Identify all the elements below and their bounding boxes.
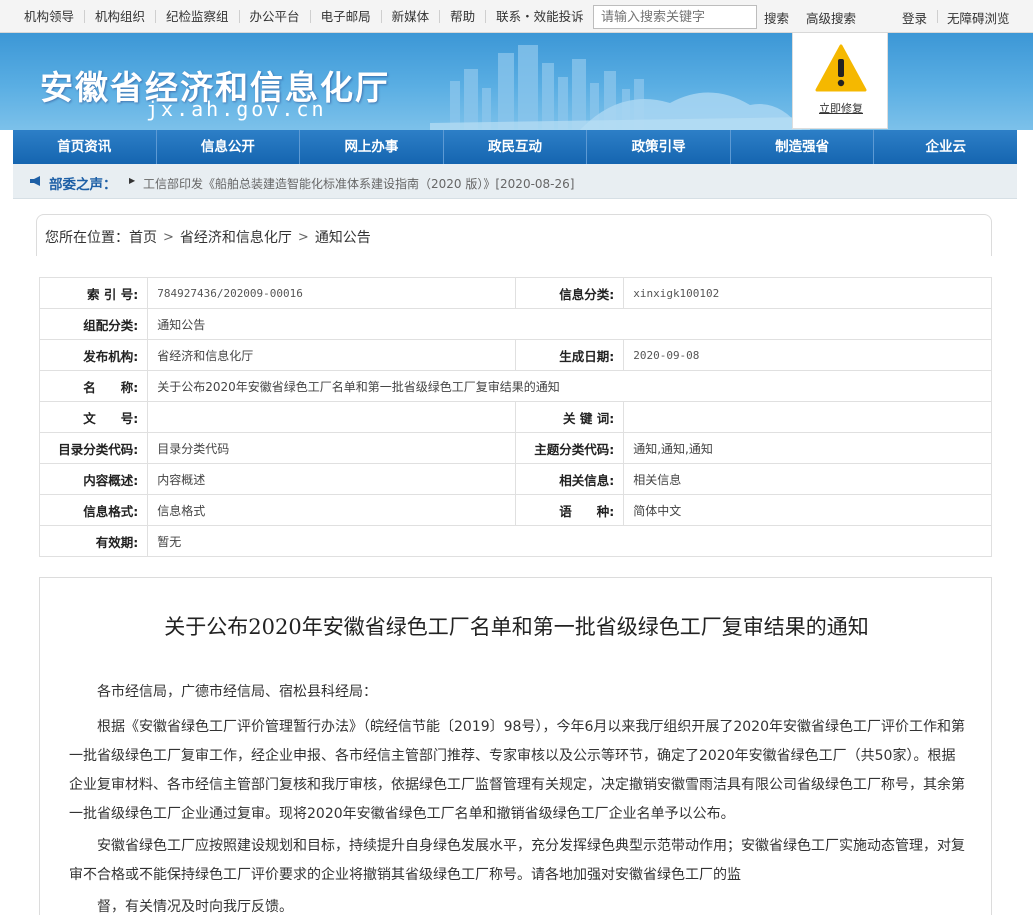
nav-item-enterprise-cloud[interactable]: 企业云 (873, 130, 1017, 164)
table-row: 名 称: 关于公布2020年安徽省绿色工厂名单和第一批省级绿色工厂复审结果的通知 (38, 370, 992, 402)
nav-item-online-services[interactable]: 网上办事 (299, 130, 443, 164)
article-paragraph: 安徽省绿色工厂应按照建设规划和目标，持续提升自身绿色发展水平，充分发挥绿色典型示… (69, 838, 965, 883)
security-warning-box: 立即修复 (792, 33, 888, 129)
group-category-value: 通知公告 (147, 308, 992, 340)
nav-item-interaction[interactable]: 政民互动 (442, 130, 587, 164)
table-row: 发布机构: 省经济和信息化厅 生成日期: 2020-09-08 (38, 339, 992, 371)
summary-value: 内容概述 (147, 463, 516, 495)
breadcrumb-home[interactable]: 首页 (129, 227, 157, 247)
top-link-new-media[interactable]: 新媒体 (380, 10, 440, 23)
breadcrumb: 您所在位置： 首页 > 省经济和信息化厅 > 通知公告 (45, 227, 371, 247)
validity-label: 有效期: (38, 525, 149, 557)
title-value: 关于公布2020年安徽省绿色工厂名单和第一批省级绿色工厂复审结果的通知 (147, 370, 992, 402)
advanced-search-link[interactable]: 高级搜索 (806, 8, 856, 27)
catalog-code-label: 目录分类代码: (38, 432, 149, 464)
language-label: 语 种: (514, 494, 625, 526)
title-label: 名 称: (38, 370, 149, 402)
search-button[interactable]: 搜索 (764, 8, 789, 27)
article-paragraph: 督，有关情况及时向我厅反馈。 (97, 899, 293, 915)
city-skyline-image (430, 45, 810, 130)
document-number-label: 文 号: (38, 401, 149, 433)
warning-icon (815, 44, 867, 92)
keywords-value (623, 401, 992, 433)
login-link[interactable]: 登录 (902, 8, 927, 27)
summary-label: 内容概述: (38, 463, 149, 495)
publisher-label: 发布机构: (38, 339, 149, 371)
accessibility-link[interactable]: 无障碍浏览 (947, 8, 1010, 27)
nav-item-home-news[interactable]: 首页资讯 (13, 130, 156, 164)
top-link-contact[interactable]: 联系・效能投诉 (485, 10, 594, 23)
ministry-news-link[interactable]: 工信部印发《船舶总装建造智能化标准体系建设指南（2020 版）》[2020-08… (143, 175, 574, 192)
validity-value: 暂无 (147, 525, 992, 557)
catalog-code-value: 目录分类代码 (147, 432, 516, 464)
nav-item-manufacturing[interactable]: 制造强省 (729, 130, 874, 164)
table-row: 内容概述: 内容概述 相关信息: 相关信息 (38, 463, 992, 495)
article-salutation: 各市经信局，广德市经信局、宿松县科经局： (97, 684, 377, 700)
search-input[interactable] (593, 5, 757, 29)
chevron-right-icon: > (297, 229, 309, 245)
article-paragraph: 根据《安徽省绿色工厂评价管理暂行办法》（皖经信节能〔2019〕98号），今年6月… (69, 719, 965, 822)
breadcrumb-notices[interactable]: 通知公告 (315, 227, 371, 247)
top-utility-bar: 机构领导 机构组织 纪检监察组 办公平台 电子邮局 新媒体 帮助 联系・效能投诉… (0, 0, 1033, 33)
top-link-discipline[interactable]: 纪检监察组 (155, 10, 239, 23)
group-category-label: 组配分类: (38, 308, 149, 340)
table-row: 目录分类代码: 目录分类代码 主题分类代码: 通知,通知,通知 (38, 432, 992, 464)
separator (937, 10, 938, 23)
table-row: 信息格式: 信息格式 语 种: 简体中文 (38, 494, 992, 526)
article-title: 关于公布2020年安徽省绿色工厂名单和第一批省级绿色工厂复审结果的通知 (164, 615, 869, 639)
fix-now-link[interactable]: 立即修复 (793, 100, 889, 116)
ministry-news-strip: 部委之声： ▶ 工信部印发《船舶总装建造智能化标准体系建设指南（2020 版）》… (13, 164, 1017, 199)
top-links: 机构领导 机构组织 纪检监察组 办公平台 电子邮局 新媒体 帮助 联系・效能投诉 (14, 0, 594, 33)
table-row: 组配分类: 通知公告 (38, 308, 992, 340)
article-panel: 关于公布2020年安徽省绿色工厂名单和第一批省级绿色工厂复审结果的通知 各市经信… (39, 577, 992, 915)
arrow-right-icon: ▶ (129, 176, 136, 185)
top-link-office-platform[interactable]: 办公平台 (238, 10, 310, 23)
nav-item-policy[interactable]: 政策引导 (586, 130, 730, 164)
index-number-label: 索 引 号: (38, 277, 149, 309)
table-row: 有效期: 暂无 (38, 525, 992, 557)
language-value: 简体中文 (623, 494, 992, 526)
top-link-leaders[interactable]: 机构领导 (14, 10, 84, 23)
related-info-value: 相关信息 (623, 463, 992, 495)
table-row: 索 引 号: 784927436/202009-00016 信息分类: xinx… (38, 277, 992, 309)
megaphone-icon (30, 176, 40, 186)
main-nav: 首页资讯 信息公开 网上办事 政民互动 政策引导 制造强省 企业云 (13, 130, 1017, 164)
info-category-value: xinxigk100102 (623, 277, 992, 309)
ministry-voice-label: 部委之声： (49, 177, 117, 193)
table-row: 文 号: 关 键 词: (38, 401, 992, 433)
keywords-label: 关 键 词: (514, 401, 625, 433)
article-body: 各市经信局，广德市经信局、宿松县科经局： 根据《安徽省绿色工厂评价管理暂行办法》… (69, 678, 969, 915)
publisher-value: 省经济和信息化厅 (147, 339, 516, 371)
info-category-label: 信息分类: (514, 277, 625, 309)
subject-code-value: 通知,通知,通知 (623, 432, 992, 464)
top-link-organization[interactable]: 机构组织 (84, 10, 155, 23)
top-link-email[interactable]: 电子邮局 (309, 10, 381, 23)
generated-date-label: 生成日期: (514, 339, 625, 371)
related-info-label: 相关信息: (514, 463, 625, 495)
breadcrumb-prefix: 您所在位置： (45, 230, 129, 246)
subject-code-label: 主题分类代码: (514, 432, 625, 464)
breadcrumb-panel: 您所在位置： 首页 > 省经济和信息化厅 > 通知公告 (36, 214, 992, 256)
breadcrumb-department[interactable]: 省经济和信息化厅 (180, 227, 292, 247)
generated-date-value: 2020-09-08 (623, 339, 992, 371)
info-format-value: 信息格式 (147, 494, 516, 526)
site-domain: jx.ah.gov.cn (146, 97, 327, 121)
chevron-right-icon: > (163, 229, 174, 245)
document-number-value (147, 401, 516, 433)
nav-item-info-disclosure[interactable]: 信息公开 (155, 130, 300, 164)
index-number-value: 784927436/202009-00016 (147, 277, 516, 309)
top-link-help[interactable]: 帮助 (439, 10, 485, 23)
info-format-label: 信息格式: (38, 494, 149, 526)
document-info-table: 索 引 号: 784927436/202009-00016 信息分类: xinx… (38, 277, 992, 557)
